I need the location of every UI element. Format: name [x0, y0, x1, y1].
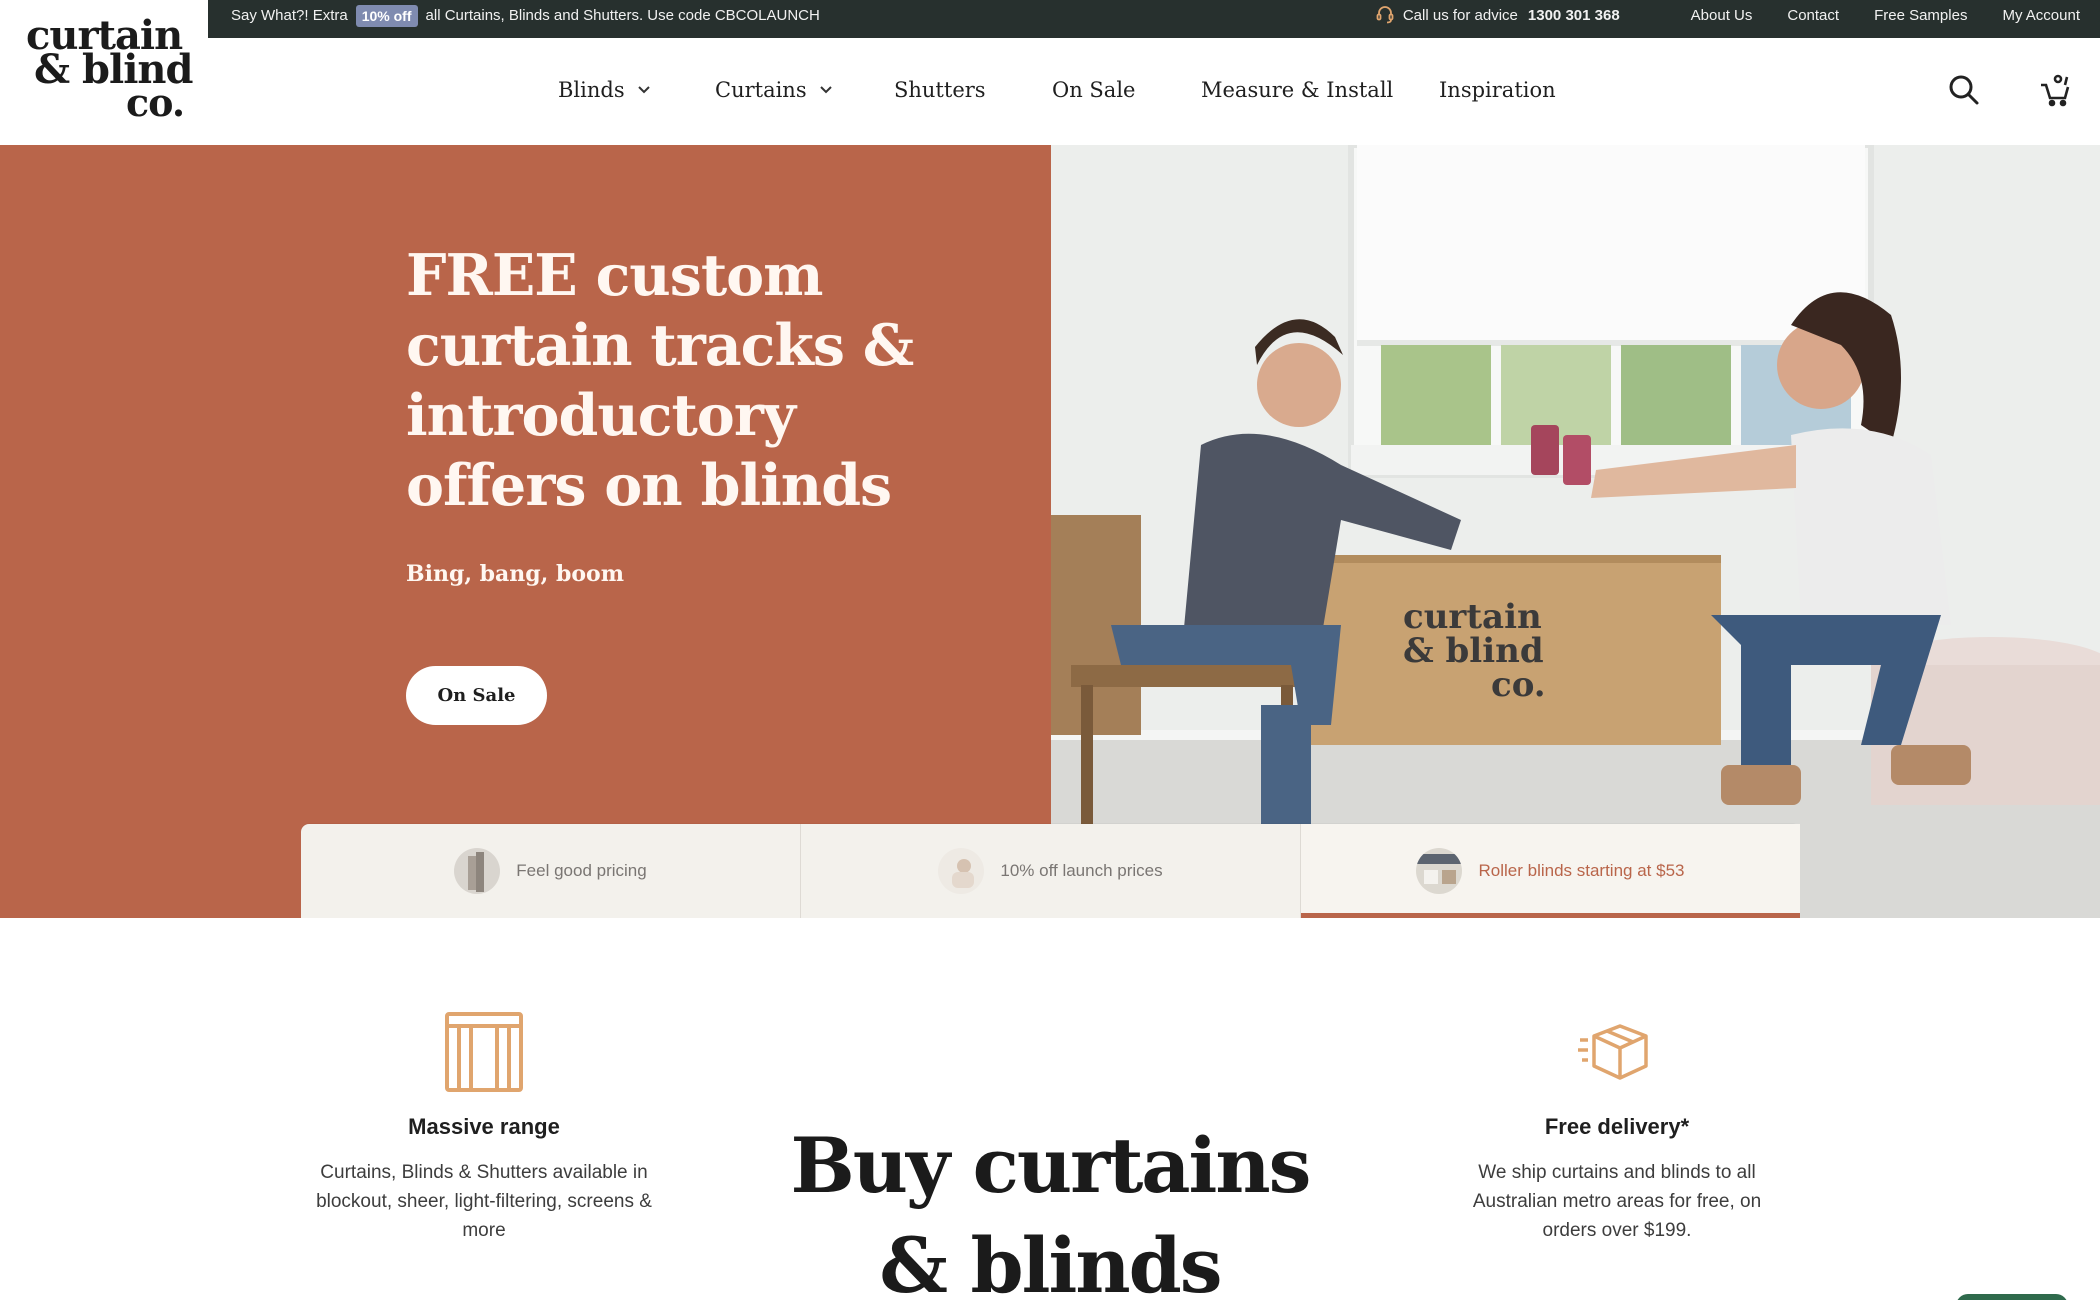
- tab-thumbnail: [454, 848, 501, 894]
- announcement-bar: Say What?! Extra 10% off all Curtains, B…: [208, 0, 2100, 38]
- hero-subtitle: Bing, bang, boom: [406, 561, 624, 587]
- nav-label-blinds: Blinds: [558, 78, 625, 102]
- promo-message: Say What?! Extra 10% off all Curtains, B…: [231, 0, 820, 31]
- feature-title: Massive range: [408, 1114, 560, 1139]
- nav-item-blinds[interactable]: Blinds: [558, 78, 651, 102]
- nav-item-curtains[interactable]: Curtains: [715, 78, 833, 102]
- tab-launch-prices[interactable]: 10% off launch prices: [800, 824, 1300, 918]
- free-samples-link[interactable]: Free Samples: [1874, 7, 1967, 24]
- chevron-down-icon: [637, 86, 650, 94]
- hero-panel: FREE custom curtain tracks & introductor…: [0, 145, 1051, 918]
- advice-label: Call us for advice: [1402, 7, 1518, 24]
- chevron-down-icon: [819, 86, 832, 94]
- window-frame-icon: [441, 1010, 527, 1096]
- on-sale-button[interactable]: On Sale: [406, 666, 547, 725]
- cart-button[interactable]: [2036, 70, 2076, 110]
- feature-massive-range: Massive range Curtains, Blinds & Shutter…: [300, 1010, 668, 1245]
- tab-label: 10% off launch prices: [1000, 861, 1163, 880]
- delivery-box-icon: [1574, 1010, 1660, 1096]
- my-account-link[interactable]: My Account: [2002, 7, 2080, 24]
- box-logo-line-3: co.: [1491, 665, 1546, 705]
- nav-label-curtains: Curtains: [715, 78, 807, 102]
- nav-item-measure-install[interactable]: Measure & Install: [1201, 78, 1393, 102]
- feature-text: We ship curtains and blinds to all Austr…: [1472, 1162, 1762, 1241]
- tab-feel-good-pricing[interactable]: Feel good pricing: [301, 824, 800, 918]
- cart-icon: [2041, 74, 2070, 107]
- feature-text: Curtains, Blinds & Shutters available in…: [316, 1162, 652, 1241]
- feature-free-delivery: Free delivery* We ship curtains and blin…: [1448, 1010, 1786, 1245]
- contact-link[interactable]: Contact: [1787, 7, 1839, 24]
- tab-label: Feel good pricing: [516, 861, 647, 880]
- feature-tabs: Feel good pricing 10% off launch prices …: [301, 824, 1800, 918]
- headset-icon: [1375, 4, 1395, 28]
- nav-item-shutters[interactable]: Shutters: [894, 78, 986, 102]
- promo-badge: 10% off: [355, 4, 418, 27]
- nav-item-inspiration[interactable]: Inspiration: [1439, 78, 1556, 102]
- search-icon: [1949, 75, 1979, 105]
- promo-prefix: Say What?! Extra: [231, 7, 348, 24]
- box-logo-line-2: & blind: [1403, 631, 1544, 671]
- tab-label: Roller blinds starting at $53: [1478, 861, 1685, 880]
- feature-title: Free delivery*: [1544, 1114, 1690, 1139]
- search-button[interactable]: [1944, 70, 1984, 110]
- tab-thumbnail: [1416, 848, 1463, 894]
- promo-text: all Curtains, Blinds and Shutters. Use c…: [425, 7, 820, 24]
- advice-phone-link[interactable]: Call us for advice 1300 301 368: [1375, 4, 1620, 28]
- hero-image: curtain & blind co.: [1051, 145, 2100, 918]
- main-nav: Blinds Curtains Shutters On Sale Measure…: [0, 38, 2100, 145]
- chat-widget-button[interactable]: [1956, 1294, 2068, 1300]
- section-title: Buy curtains & blinds: [790, 1121, 1312, 1300]
- about-us-link[interactable]: About Us: [1691, 7, 1753, 24]
- phone-number[interactable]: 1300 301 368: [1528, 7, 1620, 24]
- nav-item-on-sale[interactable]: On Sale: [1052, 78, 1135, 102]
- tab-roller-blinds[interactable]: Roller blinds starting at $53: [1300, 824, 1800, 918]
- hero-title: FREE custom curtain tracks & introductor…: [406, 242, 914, 519]
- tab-thumbnail: [938, 848, 985, 894]
- box-logo-line-1: curtain: [1403, 597, 1542, 637]
